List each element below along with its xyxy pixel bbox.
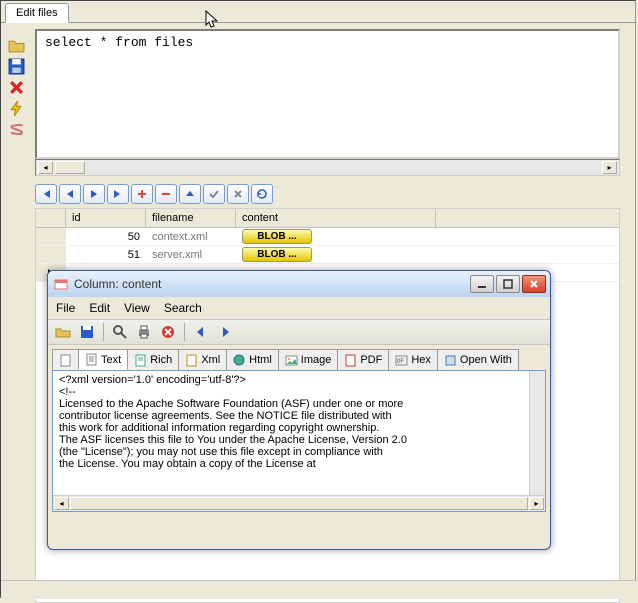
menu-file[interactable]: File (56, 301, 75, 315)
title-bar[interactable]: Column: content (48, 271, 550, 297)
tab-xml[interactable]: Xml (178, 349, 227, 370)
forward-icon[interactable] (214, 322, 236, 342)
tab-edit-files[interactable]: Edit files (5, 3, 69, 23)
maximize-button[interactable] (496, 275, 520, 293)
tab-pdf-label: PDF (360, 354, 382, 366)
scroll-left-icon[interactable]: ◂ (38, 161, 53, 174)
cell-filename[interactable]: context.xml (146, 231, 236, 243)
scroll-thumb[interactable] (70, 497, 528, 510)
cell-id[interactable]: 51 (66, 249, 146, 261)
menu-view[interactable]: View (124, 301, 150, 315)
grid-header: id filename content (36, 209, 619, 228)
menu-edit[interactable]: Edit (89, 301, 110, 315)
text-vscrollbar[interactable] (529, 371, 545, 495)
app-icon (54, 277, 68, 291)
last-record-button[interactable] (107, 184, 129, 204)
tab-text-raw[interactable] (52, 349, 79, 370)
close-button[interactable] (522, 275, 546, 293)
execute-icon[interactable] (8, 100, 25, 117)
text-line: this work for additional information reg… (59, 422, 523, 434)
window-title: Column: content (74, 277, 464, 291)
save-icon[interactable] (76, 322, 98, 342)
text-line: the License. You may obtain a copy of th… (59, 458, 523, 470)
toolbar-separator (103, 323, 104, 341)
text-hscrollbar[interactable]: ◂ ▸ (53, 495, 545, 511)
row-marker (36, 246, 66, 263)
cancel-button[interactable] (227, 184, 249, 204)
sql-editor[interactable]: select * from files (35, 29, 620, 159)
tab-html-label: Html (249, 354, 272, 366)
sql-hscrollbar[interactable]: ◂ ▸ (35, 159, 620, 176)
svg-text:0F: 0F (397, 359, 404, 365)
col-marker (36, 209, 66, 227)
column-viewer-window: Column: content File Edit View Search Te… (47, 270, 551, 550)
left-toolbar (1, 23, 31, 578)
cell-id[interactable]: 50 (66, 231, 146, 243)
row-marker (36, 228, 66, 245)
tab-rich-label: Rich (150, 354, 172, 366)
tab-rich[interactable]: Rich (127, 349, 179, 370)
viewer-toolbar (48, 319, 550, 345)
text-line: <!-- (59, 386, 523, 398)
scroll-right-icon[interactable]: ▸ (602, 161, 617, 174)
remove-record-button[interactable] (155, 184, 177, 204)
tab-xml-label: Xml (201, 354, 220, 366)
save-icon[interactable] (8, 58, 25, 75)
scroll-right-icon[interactable]: ▸ (529, 497, 544, 510)
table-row[interactable]: 50 context.xml BLOB ... (36, 228, 619, 246)
tab-text[interactable]: Text (78, 349, 128, 370)
refresh-button[interactable] (251, 184, 273, 204)
cell-content[interactable]: BLOB ... (236, 229, 318, 244)
scroll-thumb[interactable] (55, 161, 85, 174)
tab-openwith-label: Open With (460, 354, 512, 366)
first-record-button[interactable] (35, 184, 57, 204)
blob-button[interactable]: BLOB ... (242, 229, 312, 244)
text-line: The ASF licenses this file to You under … (59, 434, 523, 446)
mouse-cursor-icon (205, 10, 221, 30)
minimize-button[interactable] (470, 275, 494, 293)
text-line: <?xml version='1.0' encoding='utf-8'?> (59, 374, 523, 386)
cell-content[interactable]: BLOB ... (236, 247, 318, 262)
cell-filename[interactable]: server.xml (146, 249, 236, 261)
text-content[interactable]: <?xml version='1.0' encoding='utf-8'?> <… (53, 371, 529, 495)
menu-bar: File Edit View Search (48, 297, 550, 319)
tab-bar: Edit files (1, 1, 635, 23)
open-folder-icon[interactable] (8, 37, 25, 54)
col-id-header[interactable]: id (66, 209, 146, 227)
col-filename-header[interactable]: filename (146, 209, 236, 227)
search-icon[interactable] (109, 322, 131, 342)
tab-text-label: Text (101, 354, 121, 366)
record-nav-toolbar (35, 184, 629, 204)
col-content-header[interactable]: content (236, 209, 436, 227)
back-icon[interactable] (190, 322, 212, 342)
script-icon[interactable] (8, 121, 25, 138)
tab-openwith[interactable]: Open With (437, 349, 519, 370)
tab-pdf[interactable]: PDF (337, 349, 389, 370)
tab-hex-label: Hex (411, 354, 431, 366)
status-bar (1, 580, 637, 599)
tab-hex[interactable]: 0F Hex (388, 349, 438, 370)
clear-icon[interactable] (157, 322, 179, 342)
up-record-button[interactable] (179, 184, 201, 204)
text-line: (the "License"); you may not use this fi… (59, 446, 523, 458)
table-row[interactable]: 51 server.xml BLOB ... (36, 246, 619, 264)
scroll-left-icon[interactable]: ◂ (54, 497, 69, 510)
blob-button[interactable]: BLOB ... (242, 247, 312, 262)
menu-search[interactable]: Search (164, 301, 202, 315)
tab-html[interactable]: Html (226, 349, 279, 370)
prev-record-button[interactable] (59, 184, 81, 204)
tab-image[interactable]: Image (278, 349, 339, 370)
add-record-button[interactable] (131, 184, 153, 204)
tab-image-label: Image (301, 354, 332, 366)
open-icon[interactable] (52, 322, 74, 342)
text-line: contributor license agreements. See the … (59, 410, 523, 422)
viewer-tabs: Text Rich Xml Html Image PDF 0F Hex Open … (48, 345, 550, 370)
next-record-button[interactable] (83, 184, 105, 204)
delete-icon[interactable] (8, 79, 25, 96)
text-viewer: <?xml version='1.0' encoding='utf-8'?> <… (52, 370, 546, 512)
toolbar-separator (184, 323, 185, 341)
text-line: Licensed to the Apache Software Foundati… (59, 398, 523, 410)
print-icon[interactable] (133, 322, 155, 342)
commit-button[interactable] (203, 184, 225, 204)
